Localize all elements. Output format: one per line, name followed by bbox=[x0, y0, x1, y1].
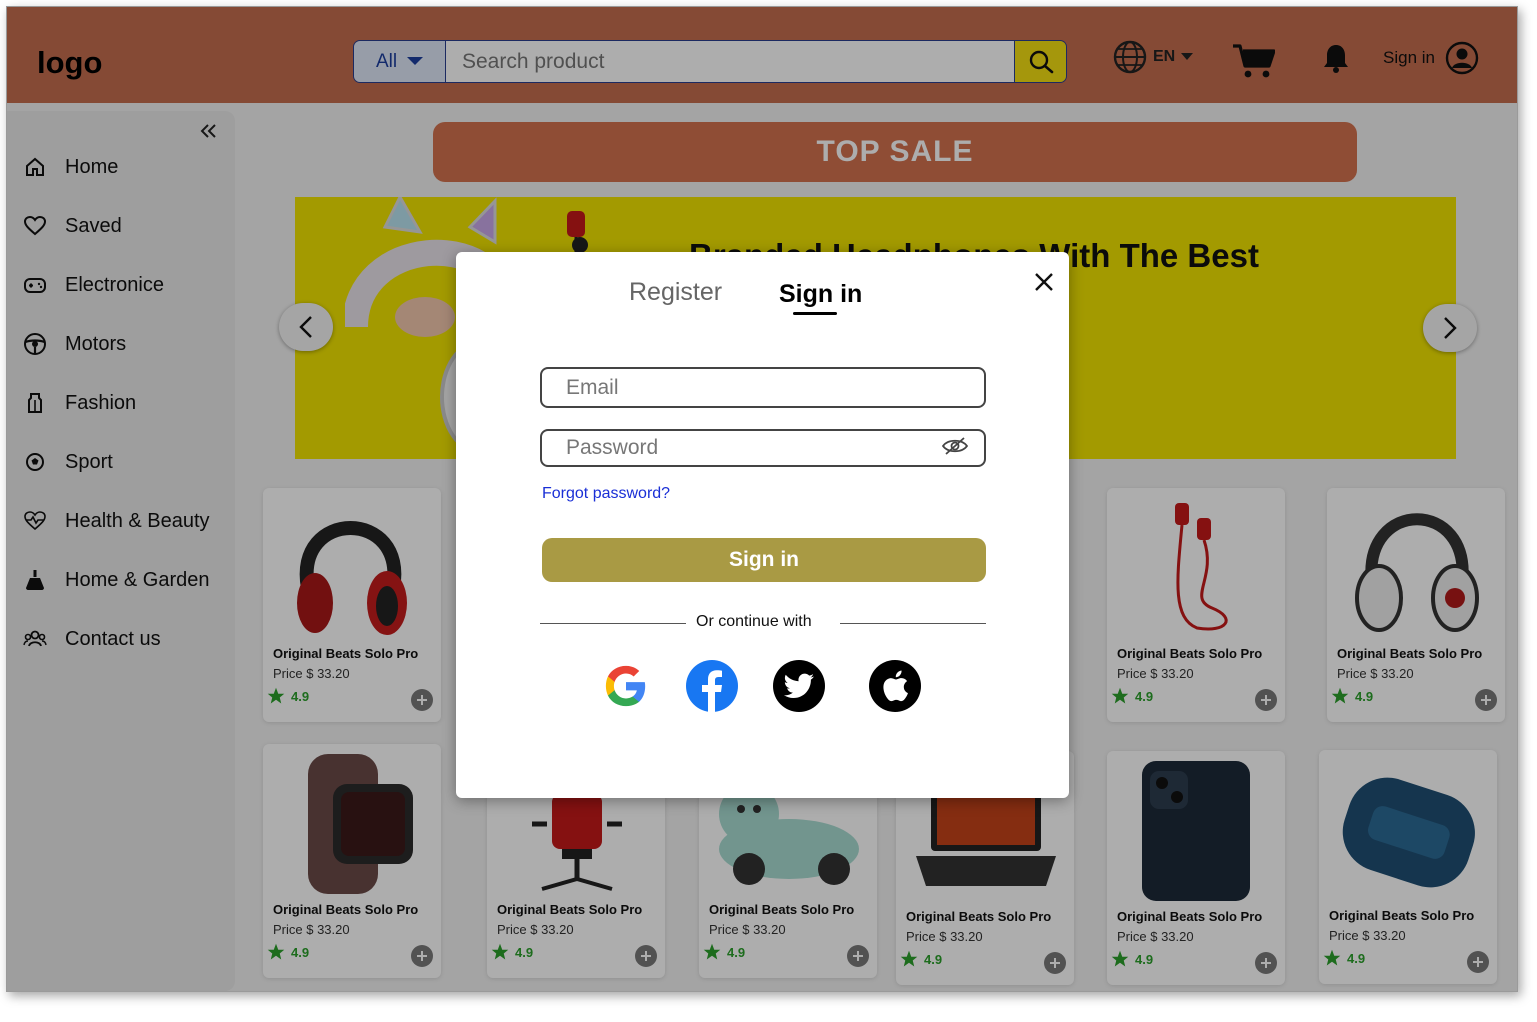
app-window: logo All EN Sign in bbox=[6, 6, 1518, 992]
apple-login-button[interactable] bbox=[869, 660, 921, 712]
divider-right bbox=[840, 623, 986, 624]
facebook-login-button[interactable] bbox=[686, 660, 738, 712]
tab-signin[interactable]: Sign in bbox=[779, 280, 862, 309]
google-login-button[interactable] bbox=[600, 660, 652, 712]
divider-left bbox=[540, 623, 686, 624]
password-field[interactable] bbox=[540, 429, 986, 467]
apple-icon bbox=[883, 670, 908, 702]
google-icon bbox=[605, 665, 646, 707]
or-continue-label: Or continue with bbox=[696, 613, 812, 630]
twitter-icon bbox=[784, 673, 814, 698]
email-field[interactable] bbox=[540, 367, 986, 408]
signin-submit-button[interactable]: Sign in bbox=[542, 538, 986, 582]
forgot-password-link[interactable]: Forgot password? bbox=[542, 485, 670, 503]
close-icon[interactable] bbox=[1032, 270, 1056, 294]
tab-register[interactable]: Register bbox=[629, 278, 722, 307]
facebook-icon bbox=[702, 670, 722, 712]
eye-slash-icon[interactable] bbox=[941, 436, 969, 456]
twitter-login-button[interactable] bbox=[773, 660, 825, 712]
active-tab-indicator bbox=[793, 312, 837, 315]
signin-modal: Register Sign in Forgot password? Sign i… bbox=[456, 252, 1069, 798]
